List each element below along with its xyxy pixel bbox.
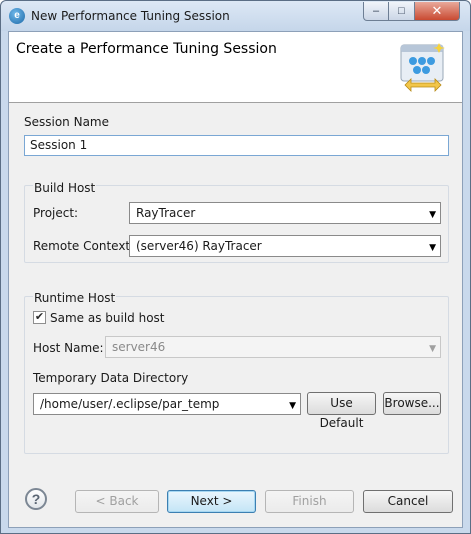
maximize-button[interactable]: □	[389, 2, 415, 21]
title-bar[interactable]: e New Performance Tuning Session – □ ✕	[1, 1, 470, 31]
wizard-banner-icon	[400, 43, 445, 92]
help-icon[interactable]: ?	[25, 488, 47, 510]
session-name-input[interactable]: Session 1	[24, 135, 449, 156]
back-button[interactable]: < Back	[75, 490, 159, 513]
build-host-label: Build Host	[33, 181, 97, 195]
same-as-build-label: Same as build host	[50, 311, 165, 325]
wizard-header: Create a Performance Tuning Session	[9, 32, 462, 103]
host-name-value: server46	[112, 340, 166, 354]
remote-context-value: (server46) RayTracer	[136, 239, 262, 253]
browse-button[interactable]: Browse...	[383, 392, 441, 415]
dialog-window: e New Performance Tuning Session – □ ✕ C…	[0, 0, 471, 534]
chevron-down-icon: ▼	[429, 210, 436, 220]
eclipse-app-icon: e	[9, 8, 25, 24]
project-label: Project:	[33, 206, 79, 220]
finish-button[interactable]: Finish	[265, 490, 354, 513]
remote-context-label: Remote Context:	[33, 239, 135, 253]
project-value: RayTracer	[136, 206, 196, 220]
host-name-label: Host Name:	[33, 341, 104, 355]
chevron-down-icon: ▼	[289, 401, 296, 411]
runtime-host-label: Runtime Host	[33, 291, 117, 305]
close-button[interactable]: ✕	[415, 2, 460, 21]
session-name-label: Session Name	[24, 115, 110, 129]
next-button[interactable]: Next >	[167, 490, 256, 513]
window-title: New Performance Tuning Session	[31, 9, 230, 23]
chevron-down-icon: ▼	[429, 344, 436, 354]
host-name-dropdown: server46 ▼	[105, 336, 441, 358]
project-dropdown[interactable]: RayTracer ▼	[129, 202, 441, 224]
temp-dir-value: /home/user/.eclipse/par_temp	[40, 397, 220, 411]
page-title: Create a Performance Tuning Session	[16, 41, 277, 57]
temp-dir-label: Temporary Data Directory	[33, 371, 189, 385]
minimize-button[interactable]: –	[363, 2, 389, 21]
use-default-button[interactable]: Use Default	[307, 392, 376, 430]
temp-dir-combo[interactable]: /home/user/.eclipse/par_temp ▼	[33, 393, 301, 415]
same-as-build-checkbox[interactable]: ✔	[33, 311, 46, 324]
remote-context-dropdown[interactable]: (server46) RayTracer ▼	[129, 235, 441, 257]
dialog-client-area: Create a Performance Tuning Session Sess…	[8, 31, 463, 528]
cancel-button[interactable]: Cancel	[363, 490, 453, 513]
chevron-down-icon: ▼	[429, 243, 436, 253]
